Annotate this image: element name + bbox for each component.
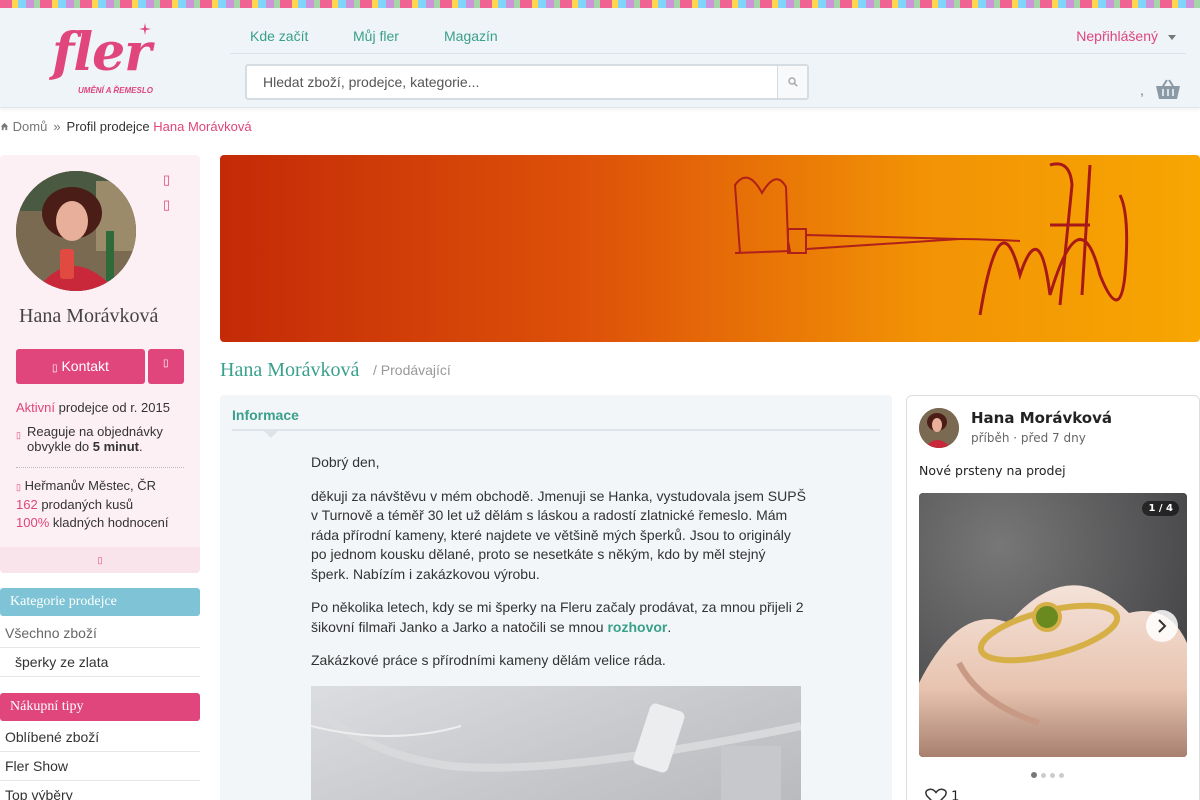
tab-underline [232,429,880,431]
fler-logo[interactable]: fler UMĚNÍ A ŘEMESLO [52,22,172,102]
seller-activity: Aktivní prodejce od r. 2015 [16,400,170,415]
rating-stat: 100% kladných hodnocení [16,515,169,530]
mail-icon: ▯ [52,363,58,374]
story-author-name[interactable]: Hana Morávková [971,409,1112,427]
shop-banner [220,155,1200,342]
tips-header: Nákupní tipy [0,693,200,721]
info-paragraph-2: Po několika letech, kdy se mi šperky na … [311,598,806,637]
profile-divider [16,467,184,468]
heart-icon [925,788,947,800]
logo-tagline: UMĚNÍ A ŘEMESLO [78,86,153,95]
tab-informace[interactable]: Informace [232,407,299,423]
story-meta: příběh · před 7 dny [971,431,1086,445]
like-button[interactable]: 1 [925,788,959,800]
cart-count: , [1140,82,1144,98]
top-navigation: Kde začít Můj fler Magazín Nepřihlášený [230,18,1186,54]
share-icon[interactable]: ▯ [163,197,170,213]
logo-word: fler [52,22,152,83]
info-greeting: Dobrý den, [311,454,380,470]
nav-magazin[interactable]: Magazín [444,28,498,44]
status-active: Aktivní [16,400,56,415]
story-card[interactable]: Hana Morávková příběh · před 7 dny Nové … [906,395,1200,800]
nav-kde-zacit[interactable]: Kde začít [250,28,308,44]
tip-top-picks[interactable]: Top výběry [0,781,200,800]
tab-notch [262,429,280,438]
location-text: Heřmanův Městec, ČR [24,478,157,493]
tip-favorite-items[interactable]: Oblíbené zboží [0,723,200,752]
basket-icon[interactable] [1155,78,1181,100]
seller-name: Hana Morávková [19,305,159,327]
tip-fler-show[interactable]: Fler Show [0,752,200,781]
slide-dot-2[interactable] [1041,773,1046,778]
breadcrumb-separator: » [53,119,61,134]
chevron-down-icon: ▯ [97,555,103,565]
contact-button[interactable]: ▯ Kontakt [16,349,145,384]
search-icon [788,77,798,87]
interview-link[interactable]: rozhovor [607,619,667,635]
search-bar [245,64,809,100]
para2-text: Po několika letech, kdy se mi šperky na … [311,599,804,635]
site-header: fler UMĚNÍ A ŘEMESLO Kde začít Můj fler … [0,8,1200,108]
user-status: Nepřihlášený [1076,28,1158,44]
contact-label: Kontakt [61,358,109,374]
category-all[interactable]: Všechno zboží [0,619,200,648]
rating-label: kladných hodnocení [52,515,169,530]
banner-monogram-art [733,162,1129,316]
chevron-right-icon [1158,619,1167,633]
slide-indicators [1031,766,1068,778]
sold-count: 162 [16,497,38,512]
breadcrumb-seller[interactable]: Hana Morávková [153,119,251,134]
avatar-photo [16,171,136,291]
info-panel: Informace Dobrý den, děkuji za návštěvu … [220,395,892,800]
chevron-down-icon [1168,34,1176,40]
jewelry-photo [311,686,801,800]
like-count: 1 [951,789,960,800]
shop-title: Hana Morávková [220,359,360,381]
follow-button[interactable]: ▯ [148,349,184,384]
response-info: ▯ Reaguje na objednávky obvykle do 5 min… [16,424,163,454]
story-author-avatar[interactable] [919,408,959,448]
heart-icon[interactable]: ▯ [163,172,170,188]
follow-icon: ▯ [163,358,169,369]
decorative-top-stripe [0,0,1200,8]
search-input[interactable] [247,66,777,98]
info-paragraph-3: Zakázkové práce s přírodními kameny dělá… [311,652,666,668]
info-paragraph-1: děkuji za návštěvu v mém obchodě. Jmenuj… [311,487,806,582]
search-button[interactable] [777,66,807,98]
home-icon [0,122,9,131]
categories-header: Kategorie prodejce [0,588,200,616]
necklace-image [311,702,801,800]
slide-dot-1[interactable] [1031,772,1037,778]
sold-stat: 162 prodaných kusů [16,497,133,512]
slide-dot-3[interactable] [1050,773,1055,778]
seller-location: ▯ Heřmanův Městec, ČR [16,478,156,493]
category-gold-jewelry[interactable]: šperky ze zlata [0,648,200,677]
slide-counter: 1 / 4 [1142,501,1179,516]
nav-muj-fler[interactable]: Můj fler [353,28,399,44]
next-slide-button[interactable] [1146,610,1178,642]
info-text: Dobrý den, děkuji za návštěvu v mém obch… [311,453,806,685]
slide-dot-4[interactable] [1059,773,1064,778]
status-since: prodejce od r. 2015 [58,400,170,415]
response-time: 5 minut [92,439,140,454]
breadcrumb-home[interactable]: Domů [13,119,48,134]
user-menu[interactable]: Nepřihlášený [1076,28,1176,44]
rating-pct: 100% [16,515,50,530]
clock-icon: ▯ [16,430,21,440]
seller-avatar[interactable] [16,171,136,291]
story-photo[interactable]: 1 / 4 [919,493,1187,757]
avatar-photo [919,408,959,448]
sold-label: prodaných kusů [41,497,134,512]
story-text: Nové prsteny na prodej [919,463,1066,478]
shop-role: / Prodávající [373,362,451,378]
expand-profile-toggle[interactable]: ▯ [0,547,200,573]
breadcrumb: Domů » Profil prodejce Hana Morávková [0,119,252,134]
breadcrumb-current: Profil prodejce [66,119,150,134]
location-icon: ▯ [16,482,21,492]
logo-spark-icon [139,23,151,35]
seller-profile-card: ▯ ▯ Hana Morávková ▯ Kontakt ▯ Aktivní p… [0,155,200,573]
para2-end: . [667,618,672,635]
